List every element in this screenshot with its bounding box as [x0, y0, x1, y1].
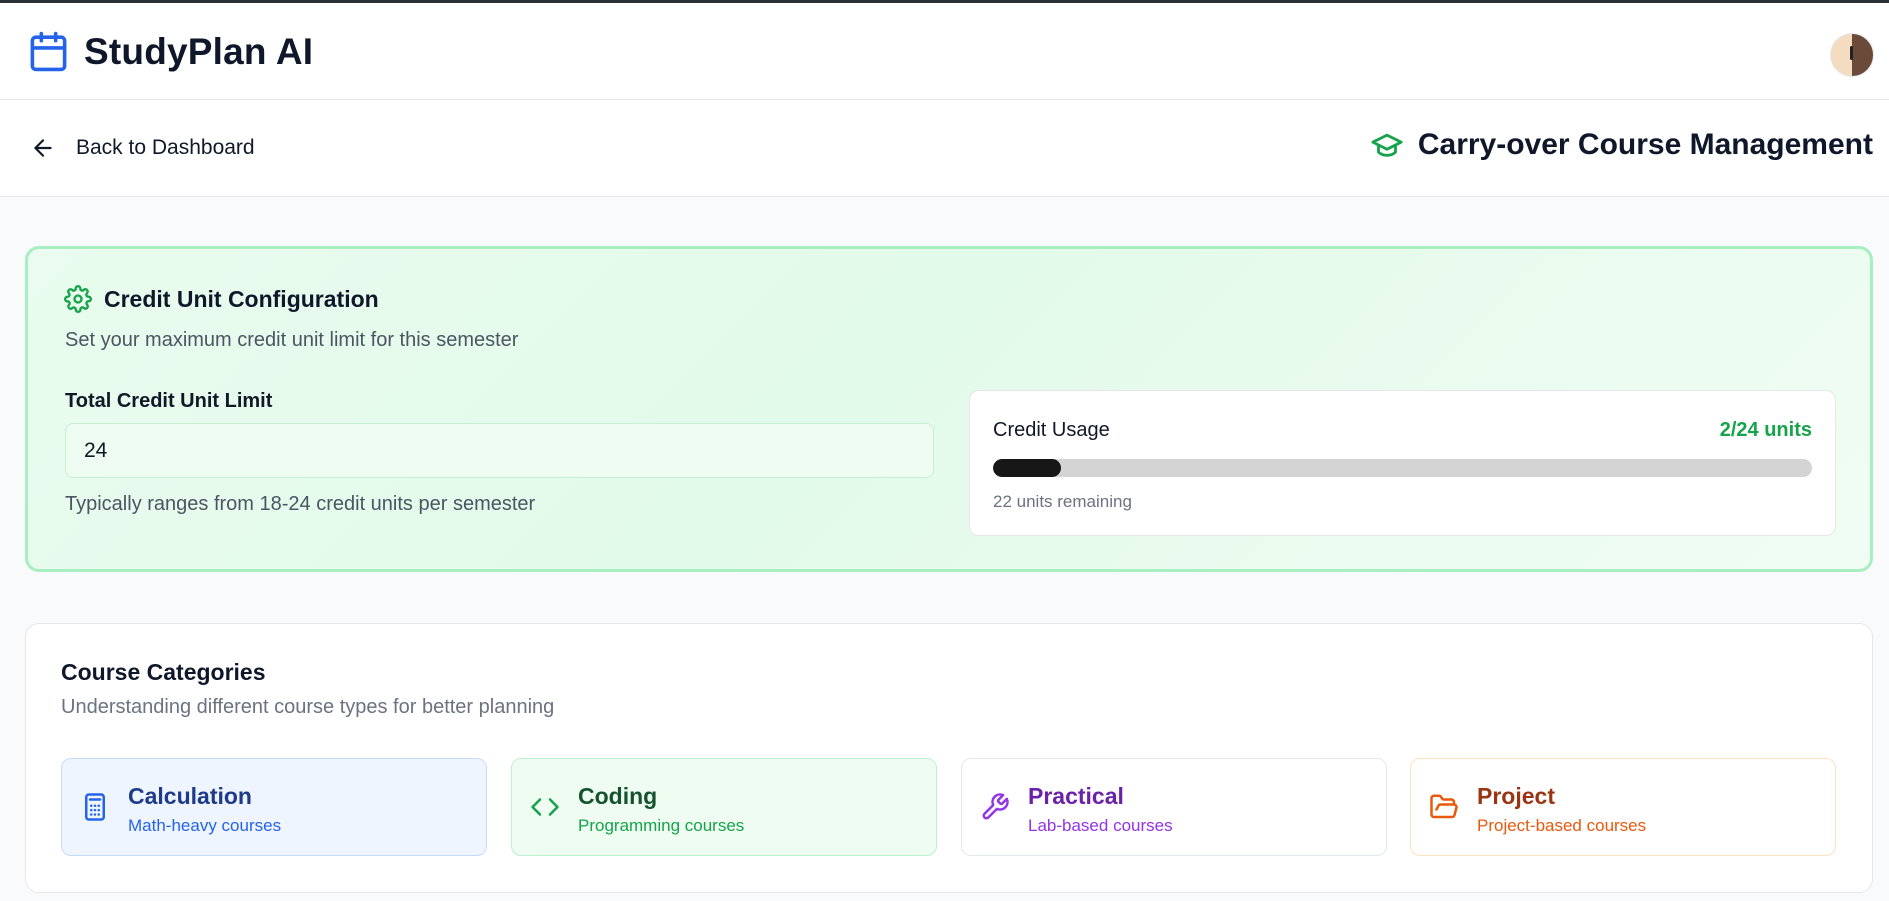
page-title-group: Carry-over Course Management [1368, 128, 1873, 162]
credit-usage-progress-bar [993, 459, 1812, 477]
category-name: Project [1477, 783, 1555, 809]
category-desc: Project-based courses [1477, 816, 1647, 835]
credit-config-card: Credit Unit Configuration Set your maxim… [25, 246, 1873, 572]
category-coding[interactable]: Coding Programming courses [511, 758, 937, 856]
credit-config-header: Credit Unit Configuration [64, 285, 379, 313]
category-project[interactable]: Project Project-based courses [1410, 758, 1836, 856]
category-practical[interactable]: Practical Lab-based courses [961, 758, 1387, 856]
category-calculation[interactable]: Calculation Math-heavy courses [61, 758, 487, 856]
app-header: StudyPlan AI [0, 3, 1889, 100]
category-desc: Lab-based courses [1028, 816, 1173, 835]
arrow-left-icon [34, 139, 52, 157]
credit-limit-help: Typically ranges from 18-24 credit units… [65, 493, 536, 515]
credit-usage-progress-fill [993, 459, 1062, 477]
category-name: Calculation [128, 783, 252, 809]
calendar-icon [30, 31, 67, 72]
credit-limit-label: Total Credit Unit Limit [65, 390, 273, 412]
folder-open-icon [1430, 794, 1458, 819]
back-link-label: Back to Dashboard [76, 136, 255, 159]
categories-title: Course Categories [61, 659, 266, 685]
credit-usage-value: 2/24 units [1719, 419, 1812, 441]
wrench-icon [982, 793, 1009, 820]
credit-usage-label: Credit Usage [993, 419, 1110, 441]
course-categories-card: Course Categories Understanding differen… [25, 623, 1873, 893]
credit-usage-panel: Credit Usage 2/24 units 22 units remaini… [969, 390, 1836, 536]
category-desc: Math-heavy courses [128, 816, 282, 835]
back-to-dashboard-button[interactable]: Back to Dashboard [30, 130, 255, 166]
calculator-icon [85, 793, 105, 821]
credit-limit-input[interactable] [65, 423, 934, 478]
graduation-cap-icon [1371, 133, 1403, 157]
page-title: Carry-over Course Management [1417, 128, 1873, 161]
user-avatar[interactable] [1830, 33, 1874, 77]
category-name: Coding [578, 783, 658, 809]
brand[interactable]: StudyPlan AI [27, 29, 313, 74]
gear-icon [64, 285, 92, 313]
categories-subtitle: Understanding different course types for… [61, 696, 555, 718]
category-name: Practical [1028, 783, 1124, 809]
credit-config-subtitle: Set your maximum credit unit limit for t… [65, 329, 519, 351]
credit-config-title: Credit Unit Configuration [104, 285, 379, 312]
app-name: StudyPlan AI [84, 30, 314, 72]
credit-remaining-text: 22 units remaining [993, 492, 1132, 511]
code-icon [531, 798, 559, 816]
category-desc: Programming courses [578, 816, 745, 835]
page-header: Back to Dashboard Carry-over Course Mana… [0, 100, 1889, 197]
